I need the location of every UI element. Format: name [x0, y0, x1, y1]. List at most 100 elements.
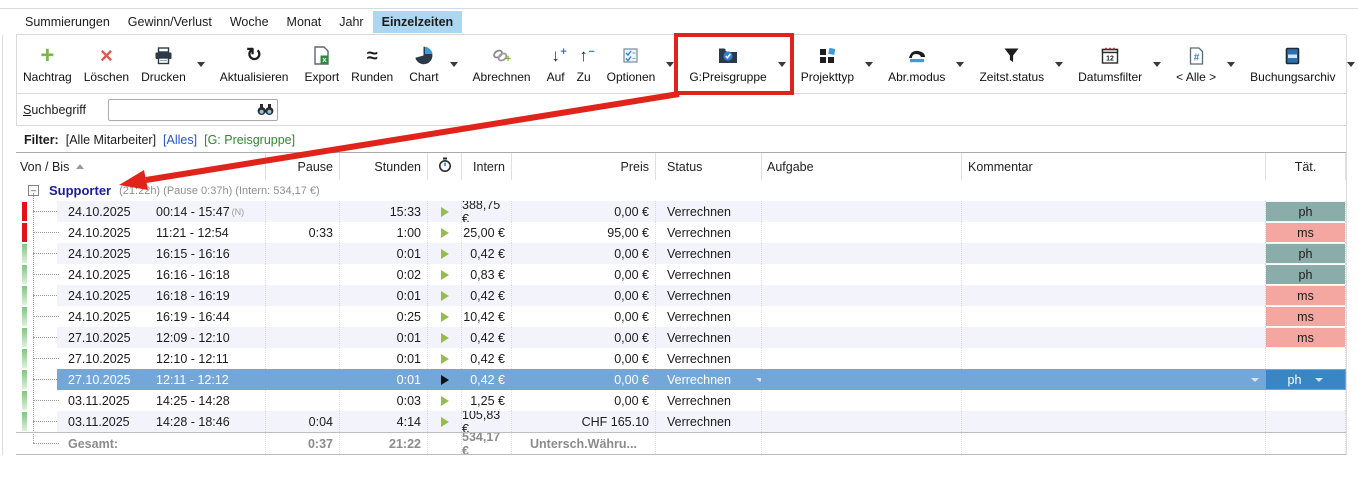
binoculars-icon[interactable]: [257, 103, 274, 119]
toolbar-button-export[interactable]: xExport: [298, 35, 345, 93]
table-row[interactable]: 27.10.202512:09 - 12:100:010,42 €0,00 €V…: [16, 327, 1346, 348]
kommentar-combo-arrow-icon[interactable]: [1251, 378, 1259, 382]
toolbar-button-l-schen[interactable]: ×Löschen: [78, 35, 135, 93]
taet-badge[interactable]: ph: [1266, 244, 1345, 263]
refresh-icon: ↻: [246, 45, 262, 67]
toolbar-button-g-preisgruppe[interactable]: G:Preisgruppe: [683, 35, 772, 93]
column-header-taet[interactable]: Tät.: [1266, 153, 1346, 180]
play-triangle-icon[interactable]: [441, 354, 449, 364]
table-row[interactable]: 24.10.202516:15 - 16:160:010,42 €0,00 €V…: [16, 243, 1346, 264]
dropdown-arrow-icon[interactable]: [1222, 35, 1240, 93]
play-triangle-icon[interactable]: [441, 312, 449, 322]
tab-monat[interactable]: Monat: [278, 11, 331, 33]
cell-von-bis: 24.10.202511:21 - 12:54: [57, 222, 266, 243]
toolbar-button-zeitst-status[interactable]: Zeitst.status: [973, 35, 1050, 93]
toolbar-button-datumsfilter[interactable]: 12Datumsfilter: [1072, 35, 1148, 93]
play-triangle-icon[interactable]: [441, 270, 449, 280]
column-header-aufgabe[interactable]: Aufgabe: [762, 153, 962, 180]
column-header-pause[interactable]: Pause: [266, 153, 340, 180]
window-left-border: [2, 35, 3, 455]
play-triangle-icon[interactable]: [441, 375, 449, 385]
cell-pause: [266, 327, 340, 348]
toolbar-button-auf[interactable]: ↓+Auf: [541, 35, 571, 93]
toolbar-button-nachtrag[interactable]: +Nachtrag: [17, 35, 78, 93]
taet-badge[interactable]: ms: [1266, 307, 1345, 326]
column-header-intern[interactable]: Intern: [462, 153, 512, 180]
toolbar-button--alle-[interactable]: #< Alle >: [1170, 35, 1222, 93]
toolbar-group-optionen: Optionen: [601, 35, 680, 93]
taet-badge[interactable]: ph: [1266, 265, 1345, 284]
column-header-kommentar[interactable]: Kommentar: [962, 153, 1266, 180]
table-row[interactable]: 27.10.202512:11 - 12:120:010,42 €0,00 €V…: [16, 369, 1346, 390]
taet-badge[interactable]: ph: [1266, 370, 1345, 389]
cell-aufgabe: [762, 264, 962, 285]
search-label: Suchbegriff: [23, 103, 86, 117]
dropdown-arrow-icon[interactable]: [951, 35, 969, 93]
column-header-status[interactable]: Status: [656, 153, 762, 180]
play-triangle-icon[interactable]: [441, 417, 449, 427]
play-triangle-icon[interactable]: [441, 333, 449, 343]
toolbar-button-aktualisieren[interactable]: ↻Aktualisieren: [214, 35, 295, 93]
dropdown-arrow-icon[interactable]: [1148, 35, 1166, 93]
table-row[interactable]: 03.11.202514:25 - 14:280:031,25 €0,00 €V…: [16, 390, 1346, 411]
dropdown-arrow-icon[interactable]: [192, 35, 210, 93]
table-row[interactable]: 24.10.202516:19 - 16:440:2510,42 €0,00 €…: [16, 306, 1346, 327]
cell-aufgabe: [762, 285, 962, 306]
dropdown-arrow-icon[interactable]: [860, 35, 878, 93]
pie-chart-icon: [414, 45, 433, 67]
taet-badge[interactable]: ms: [1266, 223, 1345, 242]
dropdown-arrow-icon[interactable]: [773, 35, 791, 93]
group-summary: (21:22h) (Pause 0:37h) (Intern: 534,17 €…: [119, 185, 320, 197]
dropdown-arrow-icon[interactable]: [445, 35, 463, 93]
search-input-wrap: [108, 99, 278, 121]
toolbar-group-abr-modus: Abr.modus: [882, 35, 969, 93]
toolbar-button-optionen[interactable]: Optionen: [601, 35, 662, 93]
taet-badge[interactable]: ms: [1266, 328, 1345, 347]
column-header-von-bis[interactable]: Von / Bis: [16, 153, 266, 180]
play-triangle-icon[interactable]: [441, 396, 449, 406]
taet-badge[interactable]: ms: [1266, 286, 1345, 305]
cell-aufgabe: [762, 390, 962, 411]
search-input[interactable]: [108, 99, 278, 121]
play-triangle-icon[interactable]: [441, 291, 449, 301]
dropdown-arrow-icon[interactable]: [661, 35, 679, 93]
table-row[interactable]: 24.10.202516:18 - 16:190:010,42 €0,00 €V…: [16, 285, 1346, 306]
tab-jahr[interactable]: Jahr: [330, 11, 372, 33]
dropdown-arrow-icon[interactable]: [1342, 35, 1358, 93]
taet-combo-arrow-icon[interactable]: [1315, 378, 1323, 382]
cell-status: Verrechnen: [656, 369, 762, 390]
toolbar-button-drucken[interactable]: Drucken: [135, 35, 192, 93]
toolbar-button-projekttyp[interactable]: Projekttyp: [795, 35, 860, 93]
tab-summierungen[interactable]: Summierungen: [16, 11, 119, 33]
total-row: Gesamt: 0:37 21:22 534,17 € Untersch.Wäh…: [16, 432, 1346, 455]
column-header-stunden[interactable]: Stunden: [340, 153, 428, 180]
tab-gewinn-verlust[interactable]: Gewinn/Verlust: [119, 11, 221, 33]
play-triangle-icon[interactable]: [441, 228, 449, 238]
dropdown-arrow-icon[interactable]: [1050, 35, 1068, 93]
tab-woche[interactable]: Woche: [221, 11, 278, 33]
toolbar-button-buchungsarchiv[interactable]: Buchungsarchiv: [1244, 35, 1341, 93]
play-triangle-icon[interactable]: [441, 249, 449, 259]
toolbar-button-zu[interactable]: ↑−Zu: [571, 35, 597, 93]
column-header-timer[interactable]: [428, 153, 462, 180]
table-row[interactable]: 03.11.202514:28 - 18:460:044:14105,83 €C…: [16, 411, 1346, 432]
cell-intern: 105,83 €: [462, 411, 512, 432]
table-row[interactable]: 24.10.202500:14 - 15:47(N)15:33388,75 €0…: [16, 201, 1346, 222]
toolbar-group-g-preisgruppe: G:Preisgruppe: [683, 35, 790, 93]
table-row[interactable]: 27.10.202512:10 - 12:110:010,42 €0,00 €V…: [16, 348, 1346, 369]
column-header-preis[interactable]: Preis: [512, 153, 656, 180]
toolbar-button-abr-modus[interactable]: Abr.modus: [882, 35, 951, 93]
printer-icon: [154, 45, 173, 67]
taet-badge[interactable]: ph: [1266, 202, 1345, 221]
play-triangle-icon[interactable]: [441, 207, 449, 217]
cell-taet: ms: [1266, 285, 1346, 306]
toolbar-button-runden[interactable]: ≈Runden: [345, 35, 399, 93]
tab-einzelzeiten[interactable]: Einzelzeiten: [373, 11, 463, 33]
table-row[interactable]: 24.10.202516:16 - 16:180:020,83 €0,00 €V…: [16, 264, 1346, 285]
toolbar-button-abrechnen[interactable]: +Abrechnen: [467, 35, 537, 93]
toolbar-button-chart[interactable]: Chart: [403, 35, 444, 93]
cell-intern: 0,42 €: [462, 348, 512, 369]
table-row[interactable]: 24.10.202511:21 - 12:540:331:0025,00 €95…: [16, 222, 1346, 243]
cell-von-bis: 03.11.202514:25 - 14:28: [57, 390, 266, 411]
cell-aufgabe: [762, 243, 962, 264]
